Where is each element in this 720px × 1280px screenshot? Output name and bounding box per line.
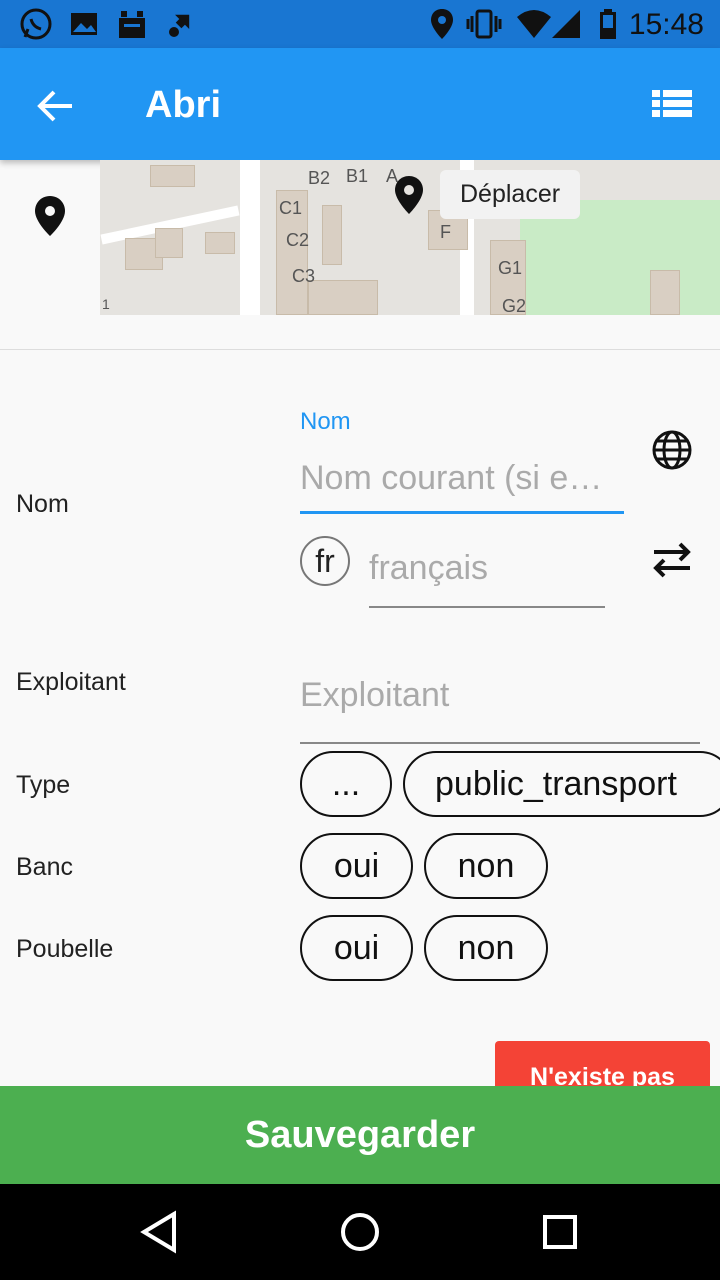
signal-icon xyxy=(548,6,584,42)
page-title: Abri xyxy=(145,84,221,126)
map-marker-icon xyxy=(392,174,426,216)
language-input[interactable] xyxy=(369,530,605,608)
map-building xyxy=(308,280,378,315)
map-road xyxy=(240,160,260,315)
map-label: F xyxy=(440,222,451,242)
nom-label: Nom xyxy=(16,490,69,518)
map-label: C2 xyxy=(286,230,310,250)
map-label: B2 xyxy=(308,168,331,188)
banc-option-oui[interactable]: oui xyxy=(300,833,413,899)
type-option-public-transport[interactable]: public_transport xyxy=(403,751,720,817)
move-button[interactable]: Déplacer xyxy=(440,170,581,219)
location-icon xyxy=(424,6,460,42)
wifi-icon xyxy=(516,6,552,42)
exploitant-input[interactable] xyxy=(300,648,700,744)
recents-nav-icon[interactable] xyxy=(534,1206,586,1258)
map-label: C1 xyxy=(279,198,303,218)
save-button[interactable]: Sauvegarder xyxy=(0,1086,720,1184)
status-time: 15:48 xyxy=(628,8,704,41)
map-label: C3 xyxy=(292,266,316,286)
status-bar: 15:48 xyxy=(0,0,720,48)
navigation-bar xyxy=(0,1184,720,1280)
map-building xyxy=(150,165,195,187)
banc-option-non[interactable]: non xyxy=(424,833,548,899)
swap-icon[interactable] xyxy=(650,540,694,580)
app-bar: Abri xyxy=(0,48,720,160)
language-chip[interactable]: fr xyxy=(300,536,350,586)
location-pin-icon xyxy=(30,194,70,238)
whatsapp-icon xyxy=(18,6,54,42)
poubelle-label: Poubelle xyxy=(16,935,114,963)
nom-input[interactable] xyxy=(300,446,624,514)
back-nav-icon[interactable] xyxy=(134,1206,186,1258)
map-label: G2 xyxy=(502,296,527,315)
exploitant-label: Exploitant xyxy=(16,668,126,696)
map-label: 1 xyxy=(102,296,110,312)
location-section: B2 B1 A C1 C2 C3 F G1 G2 1 Déplacer xyxy=(0,160,720,350)
poubelle-option-non[interactable]: non xyxy=(424,915,548,981)
map-view[interactable]: B2 B1 A C1 C2 C3 F G1 G2 1 Déplacer xyxy=(100,160,720,315)
map-building xyxy=(650,270,680,315)
sync-icon xyxy=(162,6,198,42)
type-option-more[interactable]: ... xyxy=(300,751,392,817)
map-label: B1 xyxy=(346,166,369,186)
vibrate-icon xyxy=(466,6,502,42)
image-icon xyxy=(66,6,102,42)
map-label: G1 xyxy=(498,258,523,278)
type-label: Type xyxy=(16,771,71,799)
arrow-back-icon[interactable] xyxy=(30,80,82,132)
map-building xyxy=(155,228,183,258)
banc-label: Banc xyxy=(16,853,73,881)
home-nav-icon[interactable] xyxy=(334,1206,386,1258)
map-building xyxy=(205,232,235,254)
globe-icon[interactable] xyxy=(650,428,694,472)
poubelle-option-oui[interactable]: oui xyxy=(300,915,413,981)
nom-field-label: Nom xyxy=(300,408,351,435)
map-building xyxy=(322,205,342,265)
android-icon xyxy=(114,6,150,42)
list-icon[interactable] xyxy=(652,86,692,122)
battery-icon xyxy=(590,6,626,42)
